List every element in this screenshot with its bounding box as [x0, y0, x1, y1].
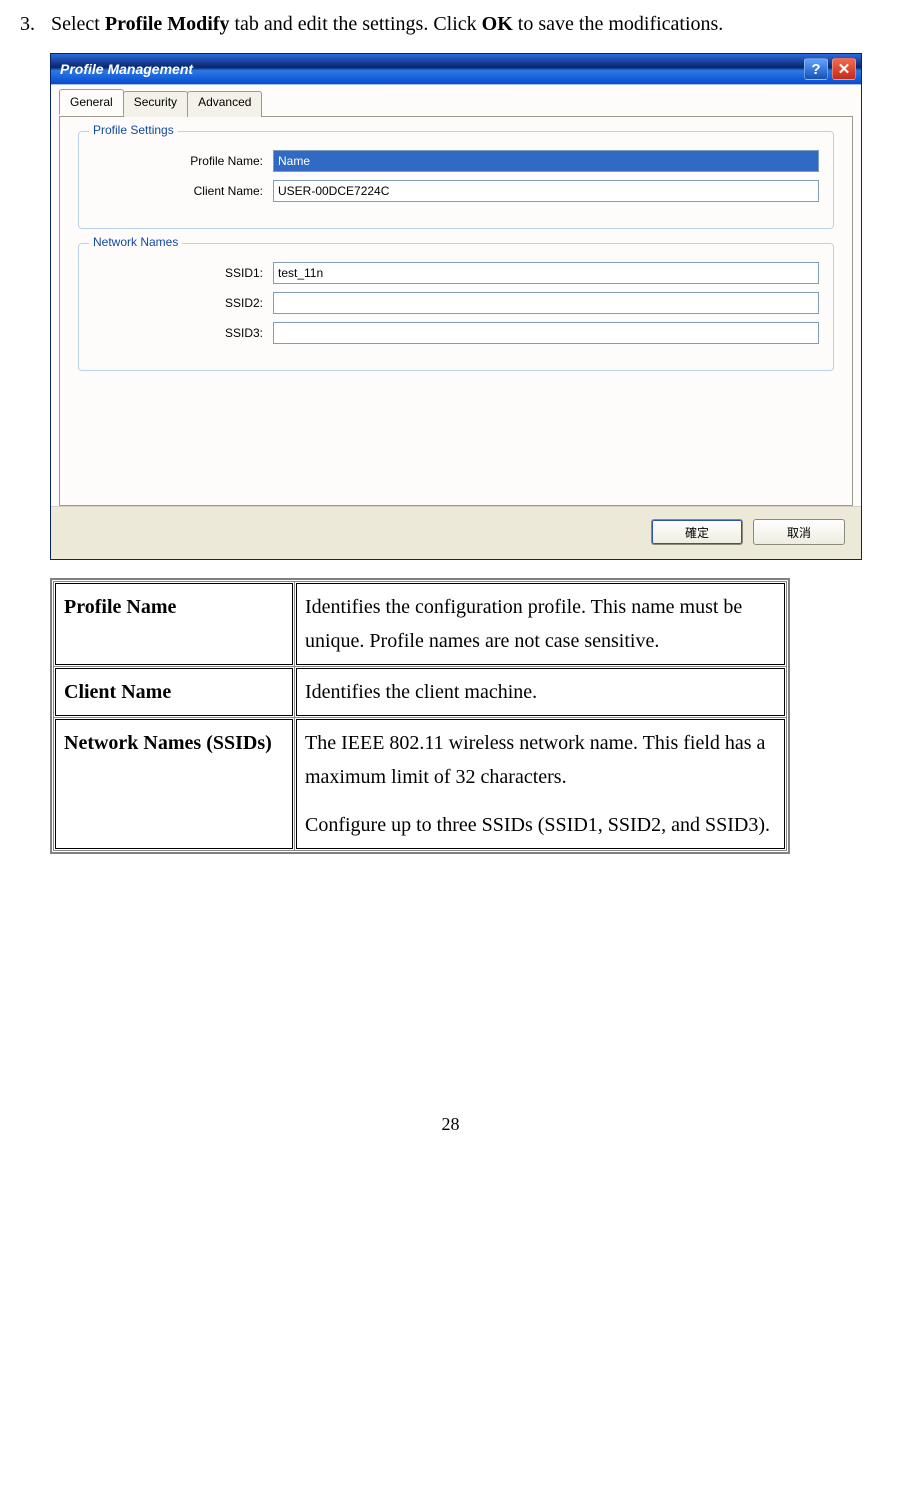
table-row: Client Name Identifies the client machin… — [55, 668, 785, 716]
instruction-line: 3. Select Profile Modify tab and edit th… — [20, 5, 881, 43]
term-profile-name: Profile Name — [55, 583, 293, 665]
help-icon[interactable]: ? — [804, 58, 828, 80]
client-name-input[interactable] — [273, 180, 819, 202]
term-client-name: Client Name — [55, 668, 293, 716]
ssid1-input[interactable] — [273, 262, 819, 284]
desc-profile-name: Identifies the configuration profile. Th… — [296, 583, 785, 665]
tabstrip: General Security Advanced — [59, 91, 853, 117]
description-table: Profile Name Identifies the configuratio… — [50, 578, 790, 854]
network-names-group: Network Names SSID1: SSID2: SSID3: — [78, 243, 834, 371]
tab-content: Profile Settings Profile Name: Client Na… — [59, 116, 853, 506]
profile-name-label: Profile Name: — [93, 154, 273, 168]
step-number: 3. — [20, 5, 46, 43]
cancel-button[interactable]: 取消 — [753, 519, 845, 545]
desc-client-name: Identifies the client machine. — [296, 668, 785, 716]
page-number: 28 — [20, 1114, 881, 1155]
profile-settings-group: Profile Settings Profile Name: Client Na… — [78, 131, 834, 229]
tab-advanced[interactable]: Advanced — [187, 91, 262, 117]
ssid2-label: SSID2: — [93, 296, 273, 310]
close-icon[interactable]: ✕ — [832, 58, 856, 80]
ssid3-input[interactable] — [273, 322, 819, 344]
network-names-legend: Network Names — [89, 235, 182, 249]
button-bar: 確定 取消 — [51, 506, 861, 559]
titlebar: Profile Management ? ✕ — [51, 54, 861, 84]
profile-settings-legend: Profile Settings — [89, 123, 178, 137]
client-area: General Security Advanced Profile Settin… — [51, 84, 861, 559]
profile-name-input[interactable] — [273, 150, 819, 172]
table-row: Network Names (SSIDs) The IEEE 802.11 wi… — [55, 719, 785, 849]
ssid1-label: SSID1: — [93, 266, 273, 280]
ok-button[interactable]: 確定 — [651, 519, 743, 545]
profile-management-window: Profile Management ? ✕ General Security … — [50, 53, 862, 560]
tab-general[interactable]: General — [59, 89, 124, 115]
ssid2-input[interactable] — [273, 292, 819, 314]
table-row: Profile Name Identifies the configuratio… — [55, 583, 785, 665]
desc-network-names: The IEEE 802.11 wireless network name. T… — [296, 719, 785, 849]
term-network-names: Network Names (SSIDs) — [55, 719, 293, 849]
window-title: Profile Management — [56, 61, 804, 77]
tab-security[interactable]: Security — [123, 91, 188, 117]
ssid3-label: SSID3: — [93, 326, 273, 340]
client-name-label: Client Name: — [93, 184, 273, 198]
